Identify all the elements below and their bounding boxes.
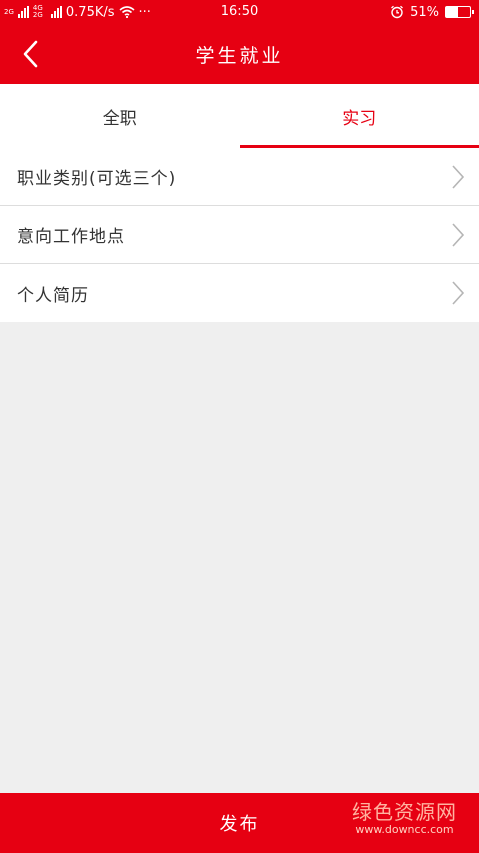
- list-item-label: 职业类别(可选三个): [17, 169, 177, 189]
- options-list: 职业类别(可选三个) 意向工作地点 个人简历: [0, 148, 479, 322]
- status-right: 51%: [390, 3, 474, 21]
- list-item-work-location[interactable]: 意向工作地点: [0, 206, 479, 264]
- tab-bar: 全职 实习: [0, 84, 479, 148]
- list-item-resume[interactable]: 个人简历: [0, 264, 479, 322]
- bottom-bar: 发布 绿色资源网 www.downcc.com: [0, 793, 479, 853]
- status-bar: 2G 4G 2G 0.75K/s ··· 16:50 51%: [0, 0, 479, 24]
- battery-level: [446, 7, 459, 17]
- chevron-right-icon: [452, 164, 465, 189]
- watermark-url: www.downcc.com: [355, 823, 454, 836]
- app-bar: 学生就业: [0, 24, 479, 84]
- tab-internship[interactable]: 实习: [239, 84, 479, 148]
- page-title: 学生就业: [195, 45, 284, 67]
- list-item-label: 个人简历: [17, 285, 89, 306]
- tab-label: 全职: [102, 108, 137, 129]
- chevron-right-icon: [452, 281, 465, 305]
- alarm-icon: [391, 5, 404, 19]
- battery-percent: 51%: [410, 4, 439, 20]
- watermark: 绿色资源网 www.downcc.com: [352, 801, 457, 837]
- tab-label: 实习: [342, 108, 377, 129]
- tab-fulltime[interactable]: 全职: [0, 84, 240, 148]
- list-item-job-category[interactable]: 职业类别(可选三个): [0, 148, 479, 206]
- list-item-label: 意向工作地点: [17, 227, 125, 247]
- chevron-right-icon: [452, 222, 465, 247]
- watermark-text: 绿色资源网: [352, 800, 457, 824]
- battery-icon: [445, 6, 474, 18]
